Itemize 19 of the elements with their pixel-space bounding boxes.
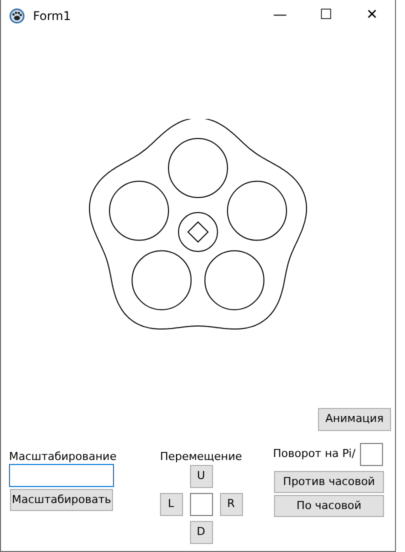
- move-down-button[interactable]: D: [190, 521, 212, 544]
- move-left-button[interactable]: L: [160, 493, 182, 516]
- move-right-button[interactable]: R: [220, 493, 242, 516]
- scale-button[interactable]: Масштабировать: [10, 489, 113, 511]
- animation-button[interactable]: Анимация: [318, 408, 391, 431]
- scale-input-field[interactable]: [9, 464, 114, 487]
- move-label: Перемещение: [160, 450, 242, 463]
- close-button[interactable]: ✕: [349, 0, 395, 31]
- app-icon: [9, 8, 25, 24]
- scale-label: Масштабирование: [9, 450, 115, 463]
- move-up-button[interactable]: U: [190, 465, 212, 488]
- maximize-button[interactable]: ☐: [303, 0, 349, 31]
- angle-input-field[interactable]: [360, 443, 384, 466]
- window-title: Form1: [33, 8, 71, 24]
- minimize-button[interactable]: —: [257, 0, 303, 31]
- clockwise-button[interactable]: По часовой: [274, 495, 384, 517]
- counterclockwise-button[interactable]: Против часовой: [274, 471, 384, 493]
- step-input-field[interactable]: [190, 493, 212, 516]
- rotate-label: Поворот на Pi/: [273, 446, 356, 462]
